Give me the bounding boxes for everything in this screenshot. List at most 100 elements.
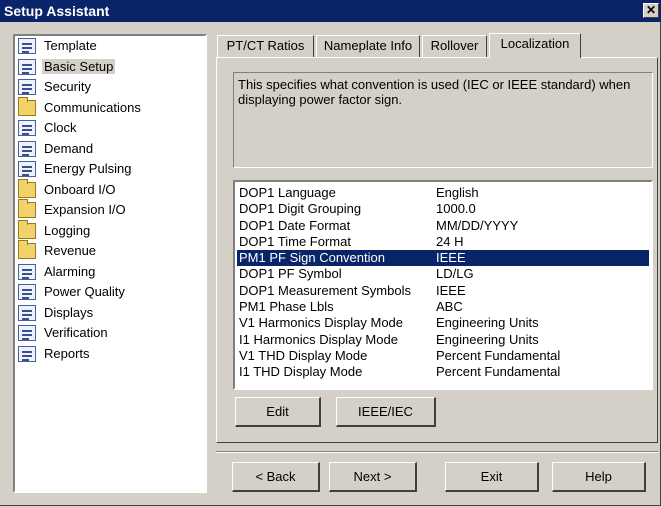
setting-name: DOP1 PF Symbol [239,266,342,282]
sidebar-item-label: Demand [44,140,94,156]
edit-button[interactable]: Edit [235,397,321,427]
document-icon [18,79,36,95]
exit-button[interactable]: Exit [445,462,539,492]
setting-name: I1 THD Display Mode [239,364,363,380]
sidebar-item-label: Template [44,38,97,53]
setting-name: V1 THD Display Mode [239,347,368,363]
document-icon [18,161,36,177]
sidebar-item-reports[interactable]: Reports [15,344,205,365]
setting-value: 1000.0 [436,201,476,217]
footer-divider [216,451,658,453]
sidebar-item-label: Energy Pulsing [44,161,132,176]
tab-pt-ct-ratios[interactable]: PT/CT Ratios [217,35,314,57]
sidebar-item-logging[interactable]: Logging [15,219,205,242]
document-icon [18,304,36,321]
folder-icon [18,96,36,116]
document-icon [18,325,36,341]
settings-row[interactable]: V1 Harmonics Display Mode Engineering Uni… [237,315,649,331]
settings-row[interactable]: DOP1 Language English [237,185,649,201]
sidebar-item-label: Logging [44,222,91,238]
settings-list[interactable]: DOP1 Language English DOP1 Digit Grouping 1… [233,180,653,390]
sidebar-item-alarming[interactable]: Alarming [15,262,205,283]
setting-value: Engineering Units [436,315,539,331]
settings-row[interactable]: V1 THD Display Mode Percent Fundamental [237,348,649,364]
setting-value: Engineering Units [436,331,539,347]
settings-row[interactable]: PM1 PF Sign Convention IEEE [237,250,649,267]
sidebar-item-power-quality[interactable]: Power Quality [15,282,205,303]
sidebar-item-label: Reports [44,345,90,361]
sidebar-item-energy-pulsing[interactable]: Energy Pulsing [15,159,205,180]
setting-value: 24 H [436,233,464,249]
sidebar-item-expansion-i-o[interactable]: Expansion I/O [15,199,205,221]
settings-row[interactable]: I1 THD Display Mode Percent Fundamental [237,364,649,380]
sidebar-item-label: Alarming [44,263,96,279]
setting-value: IEEE [436,250,466,266]
settings-row[interactable]: DOP1 Date Format MM/DD/YYYY [237,218,649,234]
settings-row[interactable]: DOP1 Time Format 24 H [237,234,649,250]
close-button[interactable]: ✕ [643,3,659,18]
document-icon [18,140,36,157]
ieee-iec-button[interactable]: IEEE/IEC [336,397,436,427]
settings-row[interactable]: I1 Harmonics Display Mode Engineering Uni… [237,332,649,348]
title-bar[interactable]: Setup Assistant ✕ [0,0,661,22]
next-button[interactable]: Next > [329,462,417,492]
sidebar-item-displays[interactable]: Displays [15,303,205,324]
setting-value: LD/LG [436,266,474,282]
setting-name: DOP1 Digit Grouping [239,201,362,217]
settings-row[interactable]: DOP1 PF Symbol LD/LG [237,266,649,282]
sidebar-item-template[interactable]: Template [15,36,205,57]
setting-name: DOP1 Language [239,185,336,200]
settings-row[interactable]: DOP1 Measurement Symbols IEEE [237,283,649,299]
setting-value: IEEE [436,282,466,298]
sidebar-item-label: Expansion I/O [44,202,126,217]
setting-value: Percent Fundamental [436,347,561,363]
settings-row[interactable]: PM1 Phase Lbls ABC [237,299,649,315]
folder-icon [18,219,36,239]
sidebar-item-demand[interactable]: Demand [15,139,205,160]
sidebar-item-label: Displays [44,304,94,320]
sidebar-item-basic-setup[interactable]: Basic Setup [15,57,205,78]
setting-name: DOP1 Time Format [239,233,351,249]
sidebar-item-label: Communications [44,99,141,115]
setting-value: MM/DD/YYYY [436,217,519,233]
folder-icon [18,240,36,259]
sidebar-item-security[interactable]: Security [15,77,205,98]
setting-value: ABC [436,299,463,315]
setting-name: PM1 Phase Lbls [239,299,334,315]
help-button[interactable]: Help [552,462,646,492]
sidebar-item-verification[interactable]: Verification [15,323,205,344]
description-box: This specifies what convention is used (… [233,72,653,168]
sidebar-item-onboard-i-o[interactable]: Onboard I/O [15,178,205,201]
sidebar-item-revenue[interactable]: Revenue [15,240,205,262]
sidebar-item-label: Clock [44,120,77,135]
sidebar-item-label: Security [44,79,91,94]
setting-name: DOP1 Measurement Symbols [239,282,411,298]
document-icon [18,120,36,136]
document-icon [18,263,36,280]
setting-value: Percent Fundamental [436,364,561,380]
document-icon [18,284,36,300]
sidebar-item-label: Verification [44,325,108,340]
sidebar-item-clock[interactable]: Clock [15,118,205,139]
sidebar-item-communications[interactable]: Communications [15,96,205,119]
back-button[interactable]: < Back [232,462,320,492]
window-title: Setup Assistant [4,3,110,19]
setup-assistant-window: Setup Assistant ✕ Template Basic Setup Sec… [0,0,661,506]
sidebar-item-label: Revenue [44,243,97,258]
setting-name: DOP1 Date Format [239,217,351,233]
settings-row[interactable]: DOP1 Digit Grouping 1000.0 [237,201,649,217]
document-icon [18,38,36,54]
setting-name: V1 Harmonics Display Mode [239,315,404,331]
sidebar-item-label: Power Quality [44,284,125,299]
sidebar-item-label: Onboard I/O [44,181,116,197]
setting-name: I1 Harmonics Display Mode [239,331,398,347]
tab-nameplate-info[interactable]: Nameplate Info [316,35,420,57]
tab-rollover[interactable]: Rollover [422,35,487,57]
sidebar-item-label: Basic Setup [42,58,116,74]
document-icon [18,58,36,75]
setting-value: English [436,185,479,200]
tab-localization[interactable]: Localization [489,33,581,58]
sidebar-tree[interactable]: Template Basic Setup Security Communication… [13,34,207,493]
localization-panel: This specifies what convention is used (… [216,57,658,443]
folder-icon [18,178,36,198]
